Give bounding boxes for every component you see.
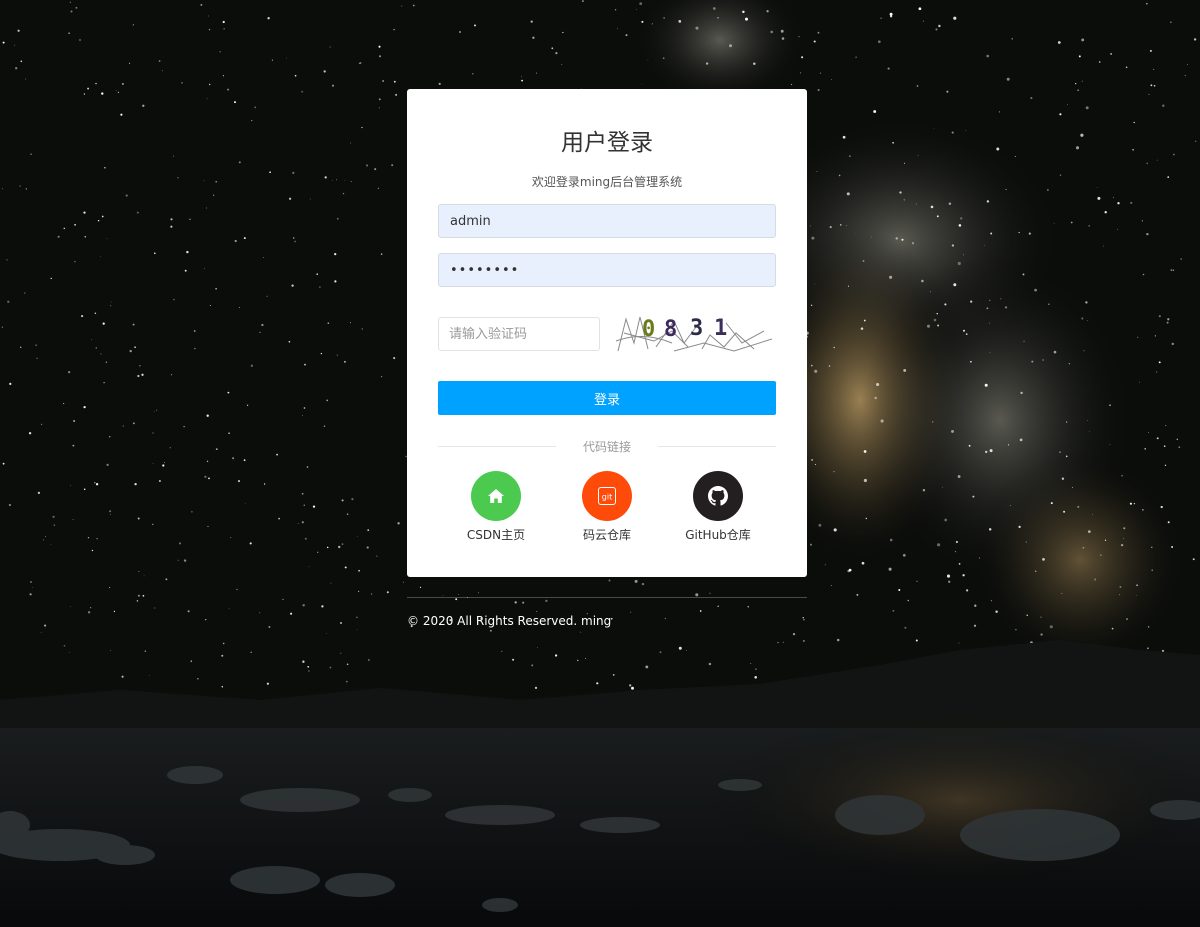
csdn-link-label: CSDN主页 [466, 528, 526, 542]
gitee-icon: git [582, 471, 632, 521]
captcha-image[interactable]: 0 8 3 1 [614, 313, 774, 353]
captcha-char: 1 [714, 316, 727, 341]
captcha-char: 0 [642, 317, 655, 342]
github-link[interactable]: GitHub仓库 [668, 471, 768, 543]
captcha-char: 3 [690, 316, 703, 341]
captcha-char: 8 [664, 317, 677, 342]
footer-divider [407, 597, 807, 598]
divider-right [658, 446, 776, 447]
login-card: 用户登录 欢迎登录ming后台管理系统 0 8 3 1 登录 代码链接 [407, 89, 807, 577]
github-link-label: GitHub仓库 [685, 528, 751, 542]
gitee-link-label: 码云仓库 [582, 528, 631, 542]
username-input[interactable] [438, 204, 776, 238]
captcha-input[interactable] [438, 317, 600, 351]
gitee-link[interactable]: git 码云仓库 [557, 471, 657, 543]
page-title: 用户登录 [561, 130, 653, 156]
gitee-icon-text: git [602, 493, 612, 502]
csdn-link[interactable]: CSDN主页 [446, 471, 546, 543]
home-icon [471, 471, 521, 521]
login-button[interactable]: 登录 [438, 381, 776, 415]
github-icon [693, 471, 743, 521]
page-subtitle: 欢迎登录ming后台管理系统 [531, 175, 683, 189]
password-input[interactable] [438, 253, 776, 287]
footer-copyright: © 2020 All Rights Reserved. ming [407, 614, 612, 628]
